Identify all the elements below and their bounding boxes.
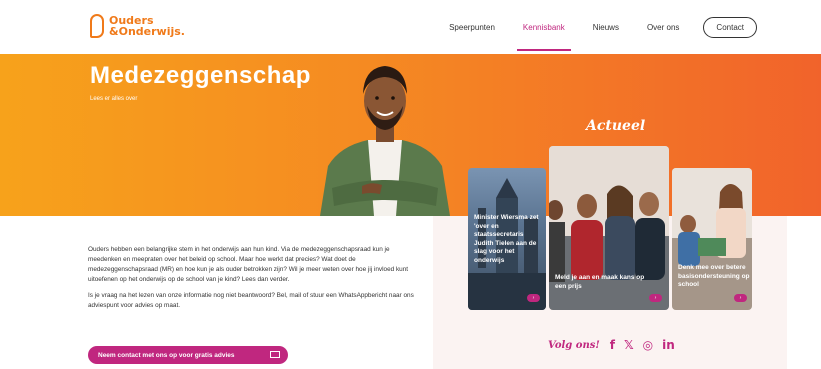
hero-subtitle: Lees er alles over [90,96,138,102]
follow-label: Volg ons! [548,339,600,351]
cta-label: Neem contact met ons op voor gratis advi… [98,351,235,359]
contact-button[interactable]: Contact [703,16,757,38]
nav-item-nieuws[interactable]: Nieuws [593,0,619,54]
instagram-icon[interactable]: ◎ [643,338,653,352]
nav-item-kennisbank[interactable]: Kennisbank [516,0,571,54]
arrow-right-icon[interactable]: › [734,294,747,302]
intro-paragraph: Is je vraag na het lezen van onze inform… [88,292,414,309]
x-icon[interactable]: 𝕏 [624,338,634,352]
arrow-right-icon[interactable]: › [527,294,540,302]
contact-advice-button[interactable]: Neem contact met ons op voor gratis advi… [88,346,288,364]
news-card-title: Meld je aan en maak kans op een prijs [555,274,645,290]
social-follow: Volg ons! f 𝕏 ◎ in [548,338,684,352]
actueel-heading: Actueel [586,118,646,134]
site-header: Ouders &Onderwijs. Speerpunten Kennisban… [0,0,821,54]
news-card-title: Denk mee over betere basisondersteuning … [678,264,750,288]
linkedin-icon[interactable]: in [662,338,675,352]
nav-item-over-ons[interactable]: Over ons [647,0,679,54]
news-card[interactable]: Denk mee over betere basisondersteuning … [672,168,752,310]
news-card[interactable]: Meld je aan en maak kans op een prijs › [549,146,669,310]
mail-icon [270,351,280,358]
intro-paragraph: Ouders hebben een belangrijke stem in he… [88,246,409,283]
site-logo[interactable]: Ouders &Onderwijs. [90,14,185,38]
main-nav: Speerpunten Kennisbank Nieuws Over ons C… [435,0,757,54]
news-card[interactable]: Minister Wiersma zet 'over en staatssecr… [468,168,546,310]
nav-item-speerpunten[interactable]: Speerpunten [449,0,495,54]
news-card-title: Minister Wiersma zet 'over en staatssecr… [474,214,539,264]
facebook-icon[interactable]: f [610,338,615,352]
hero-person-image [310,54,460,216]
logo-text-line2: &Onderwijs. [109,25,185,38]
logo-icon [90,14,104,38]
arrow-right-icon[interactable]: › [649,294,662,302]
intro-text: Ouders hebben een belangrijke stem in he… [88,245,418,311]
page-title: Medezeggenschap [90,62,311,89]
